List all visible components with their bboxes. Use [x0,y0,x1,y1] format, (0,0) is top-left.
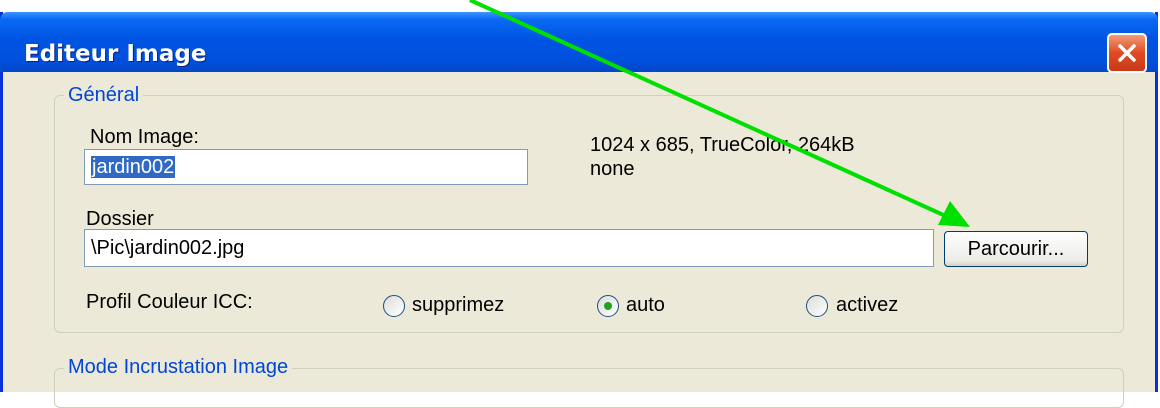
folder-input[interactable]: \Pic\jardin002.jpg [84,229,934,267]
image-info-secondary: none [590,158,635,180]
close-button[interactable] [1107,33,1147,73]
radio-auto[interactable] [597,295,619,317]
folder-label: Dossier [86,208,154,230]
name-input-value: jardin002 [91,156,176,178]
window-title: Editeur Image [24,41,207,67]
general-group-legend: Général [64,84,144,107]
radio-activate-label: activez [836,294,899,316]
name-label: Nom Image: [90,126,199,148]
folder-input-value: \Pic\jardin002.jpg [91,237,245,259]
browse-button-label: Parcourir... [967,237,1065,260]
image-info: 1024 x 685, TrueColor, 264kB [590,134,855,156]
title-bar[interactable]: Editeur Image [0,12,1158,73]
radio-auto-label: auto [626,294,665,316]
name-input[interactable]: jardin002 [84,149,528,185]
radio-selected-dot [604,302,612,310]
radio-activate[interactable] [806,295,828,317]
radio-suppress-label: supprimez [412,294,505,316]
browse-button[interactable]: Parcourir... [944,231,1088,267]
radio-suppress[interactable] [383,295,405,317]
embed-mode-group-legend: Mode Incrustation Image [64,356,293,379]
icc-profile-label: Profil Couleur ICC: [86,291,253,313]
close-icon [1118,44,1136,62]
